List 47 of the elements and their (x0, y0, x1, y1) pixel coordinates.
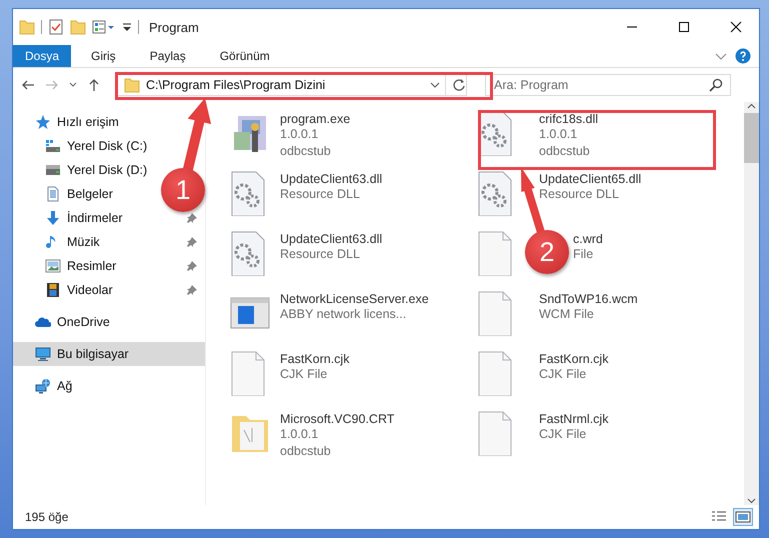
file-detail: 1.0.0.1 (280, 126, 318, 143)
nav-item[interactable]: Resimler (13, 254, 122, 278)
file-name[interactable]: SndToWP16.wcm (539, 292, 638, 306)
nav-item[interactable]: Yerel Disk (D:) (13, 158, 154, 182)
nav-item[interactable]: Ağ (13, 374, 78, 398)
file-detail: Resource DLL (280, 186, 360, 203)
file-detail: odbcstub (280, 443, 331, 460)
ribbon-tab[interactable]: Paylaş (136, 45, 200, 67)
nav-item[interactable]: İndirmeler (13, 206, 129, 230)
file-name[interactable]: c.wrd (573, 232, 603, 246)
file-detail: Resource DLL (280, 246, 360, 263)
file-detail: 1.0.0.1 (539, 126, 578, 143)
search-field[interactable]: Ara: Program (485, 74, 731, 96)
ribbon-tab[interactable]: Görünüm (206, 45, 284, 67)
nav-item[interactable]: OneDrive (13, 310, 116, 334)
file-detail: Resource DLL (539, 186, 619, 203)
file-name[interactable]: crifc18s.dll (539, 112, 598, 126)
file-detail: odbcstub (539, 143, 590, 160)
address-bar[interactable]: C:\Program Files\Program Dizini (117, 74, 467, 96)
nav-item[interactable]: Müzik (13, 230, 106, 254)
file-name[interactable]: UpdateClient63.dll (280, 172, 382, 186)
file-name[interactable]: Microsoft.VC90.CRT (280, 412, 394, 426)
address-path: C:\Program Files\Program Dizini (146, 78, 326, 92)
nav-item[interactable]: Belgeler (13, 182, 119, 206)
file-name[interactable]: program.exe (280, 112, 350, 126)
nav-item[interactable]: Hızlı erişim (13, 110, 125, 134)
file-detail: CJK File (539, 366, 586, 383)
nav-item[interactable]: Videolar (13, 278, 119, 302)
file-detail: File (573, 246, 594, 263)
file-detail: ABBY network licens... (280, 306, 406, 323)
item-count: 195 öğe (25, 510, 70, 524)
nav-item[interactable]: Yerel Disk (C:) (13, 134, 154, 158)
ribbon-tab[interactable]: Giriş (77, 45, 130, 67)
nav-item[interactable]: Bu bilgisayar (13, 342, 205, 366)
file-name[interactable]: UpdateClient65.dll (539, 172, 642, 186)
window-title: Program (149, 20, 200, 34)
file-name[interactable]: FastNrml.cjk (539, 412, 608, 426)
file-detail: odbcstub (280, 143, 331, 160)
file-name[interactable]: UpdateClient63.dll (280, 232, 382, 246)
file-detail: CJK File (539, 426, 586, 443)
file-name[interactable]: FastKorn.cjk (280, 352, 350, 366)
file-name[interactable]: FastKorn.cjk (539, 352, 608, 366)
file-detail: CJK File (280, 366, 328, 383)
file-name[interactable]: NetworkLicenseServer.exe (280, 292, 429, 306)
file-detail: 1.0.0.1 (280, 426, 318, 443)
ribbon-tab[interactable]: Dosya (13, 45, 72, 67)
file-detail: WCM File (539, 306, 594, 323)
